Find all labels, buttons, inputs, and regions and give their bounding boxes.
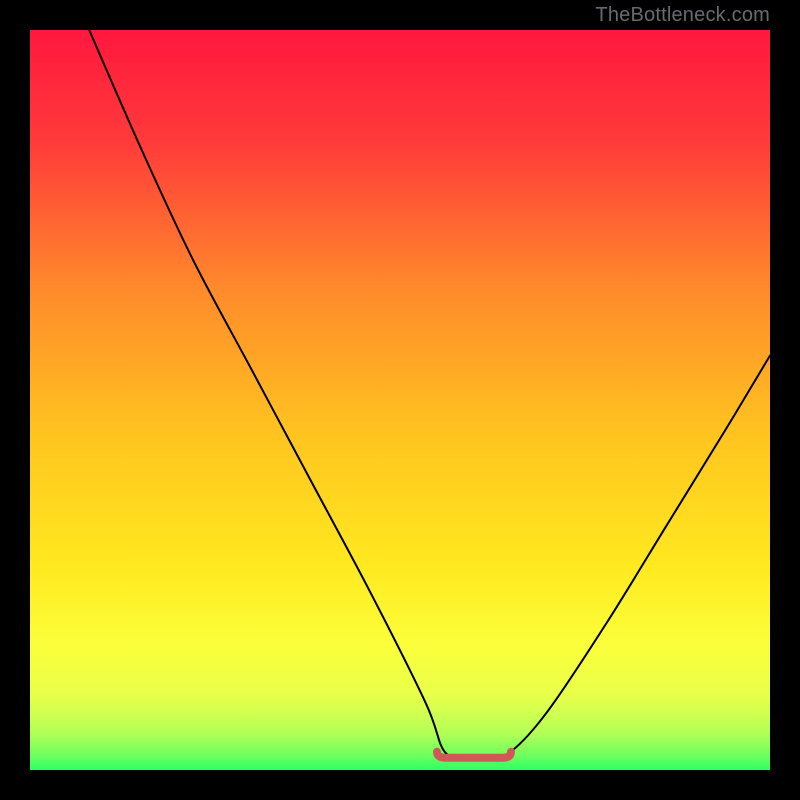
bottleneck-curve xyxy=(89,30,770,757)
plot-area xyxy=(30,30,770,770)
optimal-region-marker xyxy=(437,752,511,758)
chart-container: TheBottleneck.com xyxy=(0,0,800,800)
watermark-label: TheBottleneck.com xyxy=(595,4,770,27)
curve-svg xyxy=(30,30,770,770)
